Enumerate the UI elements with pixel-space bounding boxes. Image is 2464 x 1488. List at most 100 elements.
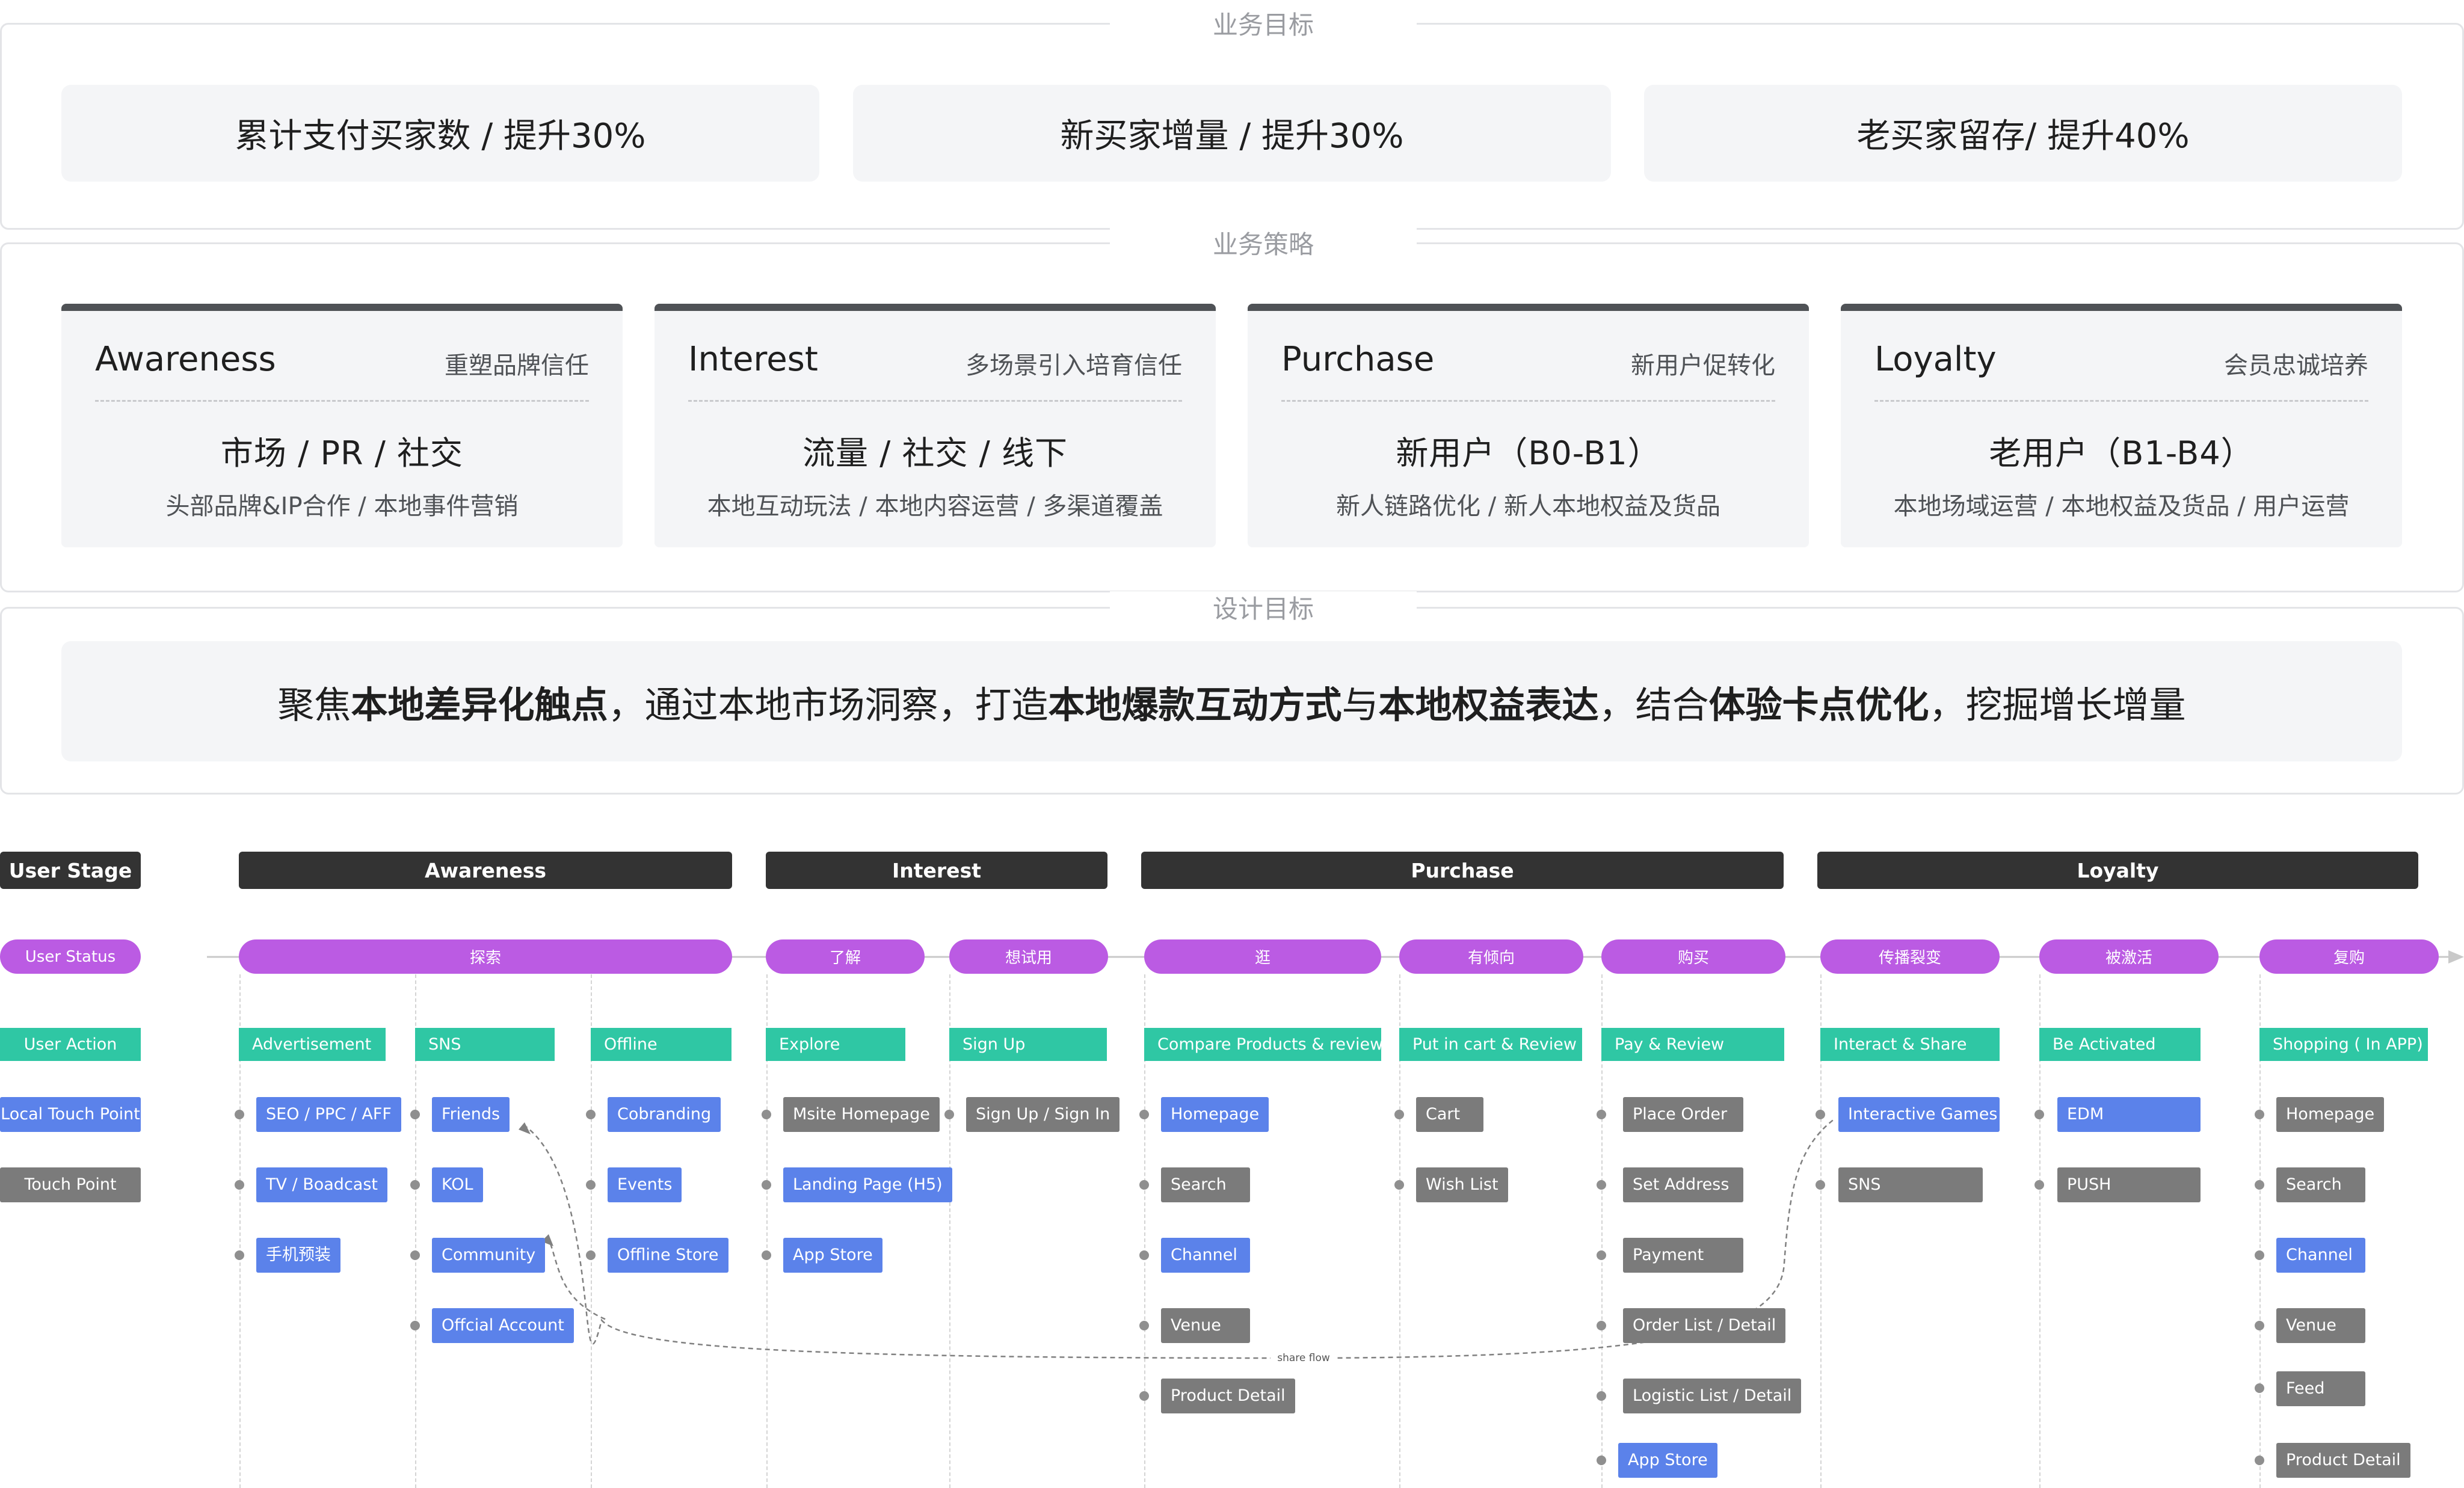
touchpoint-wish-list[interactable]: Wish List <box>1416 1167 1508 1202</box>
touchpoint-kol[interactable]: KOL <box>432 1167 483 1202</box>
node-dot <box>1139 1250 1149 1260</box>
node-dot <box>1597 1391 1606 1401</box>
touchpoint-friends[interactable]: Friends <box>432 1097 510 1132</box>
design-text: ，结合 <box>1598 683 1709 727</box>
node-dot <box>2034 1180 2044 1190</box>
strategy-tag: 多场景引入培育信任 <box>966 352 1182 380</box>
touchpoint-interactive-games[interactable]: Interactive Games <box>1838 1097 2000 1132</box>
goal-card-total-buyers: 累计支付买家数 / 提升30% <box>61 85 819 182</box>
touchpoint-app-store[interactable]: App Store <box>783 1238 882 1273</box>
divider <box>95 400 589 402</box>
node-dot <box>410 1250 420 1260</box>
touchpoint-venue[interactable]: Venue <box>1161 1308 1250 1343</box>
touchpoint-sns-share[interactable]: SNS <box>1838 1167 1983 1202</box>
touchpoint-cart[interactable]: Cart <box>1416 1097 1483 1132</box>
divider <box>688 400 1182 402</box>
action-be-activated: Be Activated <box>2039 1028 2201 1061</box>
action-interact-share: Interact & Share <box>1820 1028 2000 1061</box>
touchpoint-offline-store[interactable]: Offline Store <box>608 1238 728 1273</box>
touchpoint-channel[interactable]: Channel <box>1161 1238 1250 1273</box>
node-dot <box>2255 1110 2264 1119</box>
row-label-user-status: User Status <box>0 939 141 974</box>
node-dot <box>235 1110 244 1119</box>
touchpoint-search-app[interactable]: Search <box>2276 1167 2365 1202</box>
row-label-user-action: User Action <box>0 1028 141 1061</box>
status-activated: 被激活 <box>2039 939 2219 974</box>
touchpoint-product-detail[interactable]: Product Detail <box>1161 1379 1295 1413</box>
strategy-main: 新用户（B0-B1） <box>1396 434 1661 472</box>
touchpoint-push[interactable]: PUSH <box>2057 1167 2201 1202</box>
touchpoint-search[interactable]: Search <box>1161 1167 1250 1202</box>
touchpoint-payment[interactable]: Payment <box>1623 1238 1743 1273</box>
touchpoint-phone-preinstall[interactable]: 手机预装 <box>256 1238 340 1273</box>
node-dot <box>1816 1110 1825 1119</box>
strategy-main: 市场 / PR / 社交 <box>220 434 464 472</box>
strategy-card-loyalty: Loyalty 会员忠诚培养 老用户（B1-B4） 本地场域运营 / 本地权益及… <box>1841 304 2402 547</box>
design-goal-title: 设计目标 <box>1110 591 1417 627</box>
strategy-tag: 新用户促转化 <box>1631 352 1775 380</box>
node-dot <box>762 1180 771 1190</box>
strategy-tag: 会员忠诚培养 <box>2224 352 2368 380</box>
touchpoint-feed-app[interactable]: Feed <box>2276 1371 2365 1406</box>
action-offline: Offline <box>591 1028 732 1061</box>
node-dot <box>586 1250 596 1260</box>
touchpoint-events[interactable]: Events <box>608 1167 682 1202</box>
touchpoint-msite-homepage[interactable]: Msite Homepage <box>783 1097 940 1132</box>
strategy-card-awareness: Awareness 重塑品牌信任 市场 / PR / 社交 头部品牌&IP合作 … <box>61 304 623 547</box>
touchpoint-logistic-list-detail[interactable]: Logistic List / Detail <box>1623 1379 1802 1413</box>
node-dot <box>1139 1180 1149 1190</box>
touchpoint-venue-app[interactable]: Venue <box>2276 1308 2365 1343</box>
node-dot <box>1597 1110 1606 1119</box>
action-shopping-in-app: Shopping ( In APP) <box>2259 1028 2428 1061</box>
design-highlight: 体验卡点优化 <box>1708 683 1929 727</box>
touchpoint-set-address[interactable]: Set Address <box>1623 1167 1743 1202</box>
touchpoint-landing-page[interactable]: Landing Page (H5) <box>783 1167 952 1202</box>
strategy-sub: 本地互动玩法 / 本地内容运营 / 多渠道覆盖 <box>707 493 1163 520</box>
touchpoint-edm[interactable]: EDM <box>2057 1097 2201 1132</box>
node-dot <box>410 1110 420 1119</box>
divider <box>1281 400 1775 402</box>
design-goal-statement: 聚焦 本地差异化触点 ，通过本地市场洞察，打造 本地爆款互动方式与本地权益表达 ，结合体… <box>61 641 2402 761</box>
goal-card-new-buyers: 新买家增量 / 提升30% <box>853 85 1611 182</box>
strategy-stage-label: Loyalty <box>1874 340 1997 379</box>
node-dot <box>410 1321 420 1330</box>
touchpoint-official-account[interactable]: Offcial Account <box>432 1308 574 1343</box>
strategy-sub: 头部品牌&IP合作 / 本地事件营销 <box>165 493 519 520</box>
touchpoint-tv-broadcast[interactable]: TV / Boadcast <box>256 1167 387 1202</box>
divider <box>1874 400 2368 402</box>
node-dot <box>586 1180 596 1190</box>
touchpoint-homepage[interactable]: Homepage <box>1161 1097 1269 1132</box>
touchpoint-channel-app[interactable]: Channel <box>2276 1238 2365 1273</box>
action-explore: Explore <box>766 1028 905 1061</box>
status-explore: 探索 <box>239 939 732 974</box>
touchpoint-order-list-detail[interactable]: Order List / Detail <box>1623 1308 1786 1343</box>
design-highlight: 本地爆款互动方式 <box>1048 683 1342 727</box>
design-text: 聚焦 <box>277 683 351 727</box>
node-dot <box>2255 1180 2264 1190</box>
status-spread: 传播裂变 <box>1820 939 2000 974</box>
touchpoint-product-detail-app[interactable]: Product Detail <box>2276 1443 2410 1478</box>
touchpoint-sign-up-sign-in[interactable]: Sign Up / Sign In <box>966 1097 1120 1132</box>
touchpoint-place-order[interactable]: Place Order <box>1623 1097 1743 1132</box>
node-dot <box>235 1250 244 1260</box>
row-label-user-stage: User Stage <box>0 852 141 889</box>
touchpoint-community[interactable]: Community <box>432 1238 546 1273</box>
node-dot <box>1816 1180 1825 1190</box>
business-goals-title: 业务目标 <box>1110 7 1417 43</box>
touchpoint-app-store-pay[interactable]: App Store <box>1618 1443 1717 1478</box>
touchpoint-homepage-app[interactable]: Homepage <box>2276 1097 2385 1132</box>
strategy-card-purchase: Purchase 新用户促转化 新用户（B0-B1） 新人链路优化 / 新人本地… <box>1248 304 1809 547</box>
strategy-sub: 新人链路优化 / 新人本地权益及货品 <box>1336 493 1720 520</box>
touchpoint-cobranding[interactable]: Cobranding <box>608 1097 721 1132</box>
strategy-main: 流量 / 社交 / 线下 <box>802 434 1068 472</box>
touchpoint-seo-ppc-aff[interactable]: SEO / PPC / AFF <box>256 1097 401 1132</box>
action-sns: SNS <box>415 1028 555 1061</box>
stage-awareness: Awareness <box>239 852 732 889</box>
status-learn: 了解 <box>766 939 925 974</box>
goal-card-retention: 老买家留存/ 提升40% <box>1644 85 2402 182</box>
stage-loyalty: Loyalty <box>1817 852 2418 889</box>
node-dot <box>1597 1180 1606 1190</box>
strategy-stage-label: Awareness <box>95 340 276 379</box>
node-dot <box>2255 1321 2264 1330</box>
node-dot <box>1394 1180 1404 1190</box>
